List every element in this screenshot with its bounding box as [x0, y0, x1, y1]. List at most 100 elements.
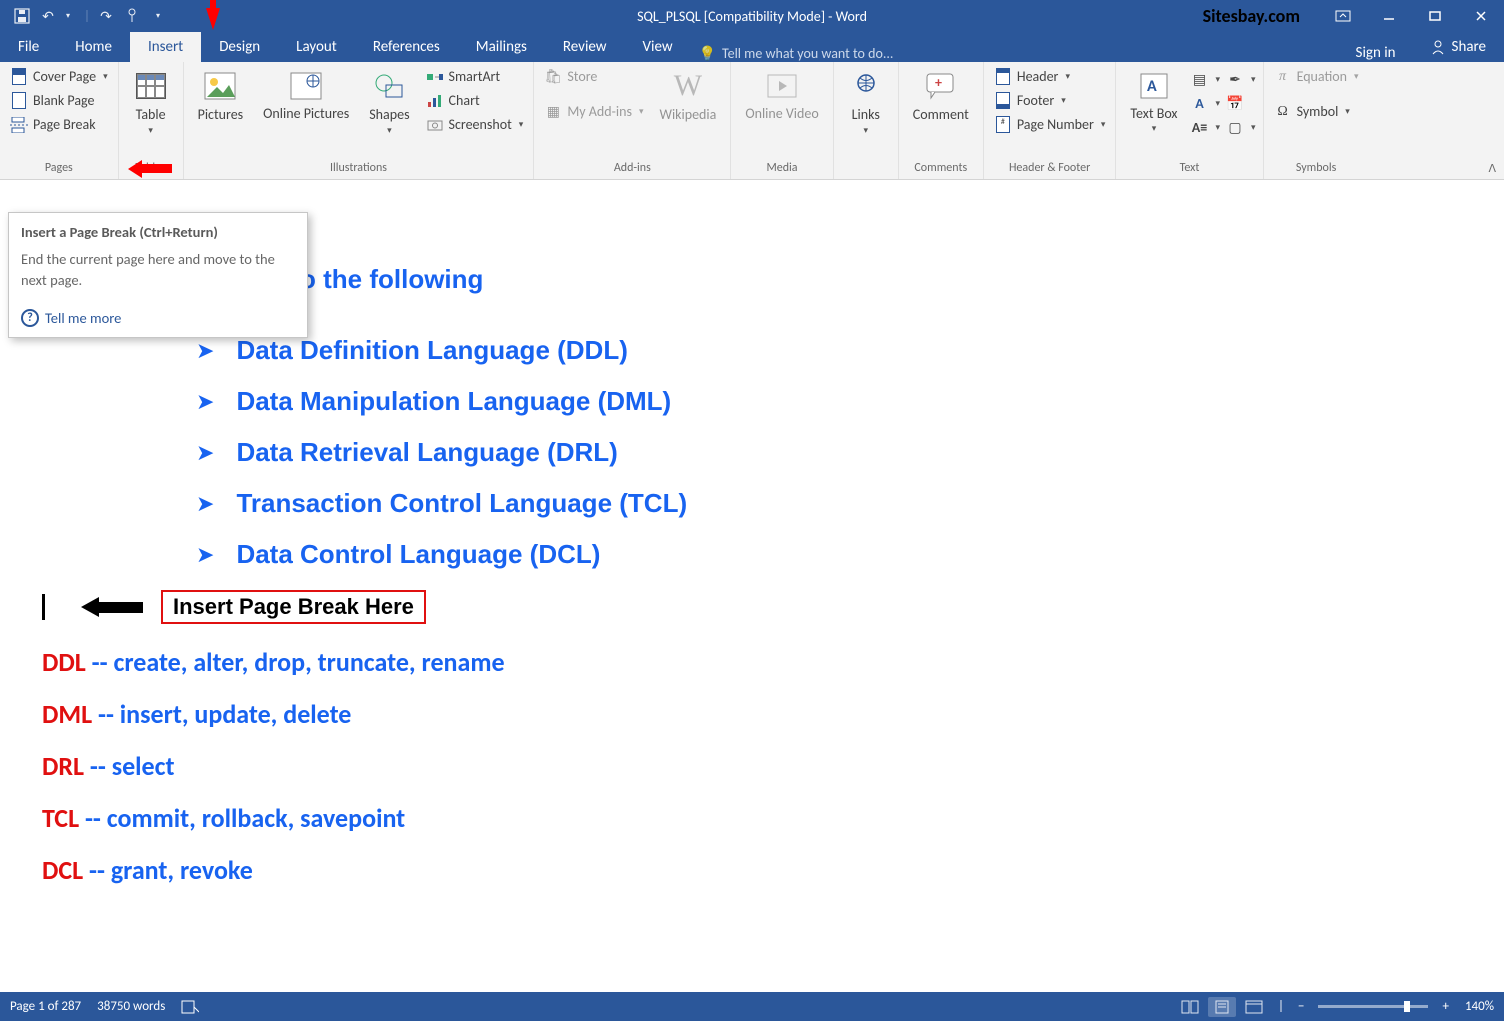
bullet-arrow-icon: ➤: [196, 541, 214, 568]
store-button[interactable]: 🛍Store: [540, 66, 647, 87]
wikipedia-label: Wikipedia: [659, 106, 716, 123]
group-pages: Cover Page▾ Blank Page Page Break Pages: [0, 62, 119, 179]
symbol-button[interactable]: ΩSymbol▾: [1270, 101, 1363, 122]
date-time-button[interactable]: 📅: [1225, 94, 1257, 112]
tab-view[interactable]: View: [625, 32, 691, 62]
page-break-tooltip: Insert a Page Break (Ctrl+Return) End th…: [8, 212, 308, 338]
wordart-button[interactable]: A▾: [1190, 94, 1222, 112]
chart-button[interactable]: Chart: [422, 90, 528, 111]
signature-icon: ✒: [1226, 71, 1244, 87]
redo-icon[interactable]: ↷: [96, 6, 116, 26]
maximize-icon[interactable]: [1412, 0, 1458, 32]
wikipedia-button[interactable]: W Wikipedia: [651, 66, 724, 159]
smartart-label: SmartArt: [449, 68, 501, 85]
tab-file[interactable]: File: [0, 32, 57, 62]
smartart-button[interactable]: SmartArt: [422, 66, 528, 87]
group-symbols: πEquation▾ ΩSymbol▾ Symbols: [1264, 62, 1369, 179]
cover-page-icon: [10, 69, 28, 85]
tab-design[interactable]: Design: [201, 32, 278, 62]
quick-parts-button[interactable]: ▤▾: [1190, 70, 1222, 88]
chevron-down-icon: ▾: [639, 106, 644, 117]
wikipedia-icon: W: [670, 68, 706, 104]
annotation-cursor-row: Insert Page Break Here: [42, 590, 1462, 624]
comment-icon: +: [923, 68, 959, 104]
minimize-icon[interactable]: [1366, 0, 1412, 32]
my-addins-label: My Add-ins: [567, 103, 632, 120]
undo-icon[interactable]: ↶: [38, 6, 58, 26]
ribbon-display-icon[interactable]: [1320, 0, 1366, 32]
shapes-button[interactable]: Shapes▾: [361, 66, 417, 159]
date-icon: 📅: [1226, 95, 1244, 111]
read-mode-icon[interactable]: [1176, 997, 1204, 1017]
page-number-icon: #: [994, 117, 1012, 133]
text-box-button[interactable]: A Text Box▾: [1122, 66, 1185, 159]
tab-home[interactable]: Home: [57, 32, 130, 62]
close-icon[interactable]: [1458, 0, 1504, 32]
tell-me-search[interactable]: 💡 Tell me what you want to do...: [699, 45, 1340, 62]
footer-button[interactable]: Footer▾: [990, 90, 1110, 111]
blank-page-button[interactable]: Blank Page: [6, 90, 112, 111]
zoom-out-icon[interactable]: −: [1294, 999, 1308, 1014]
tab-references[interactable]: References: [355, 32, 458, 62]
zoom-in-icon[interactable]: +: [1438, 999, 1452, 1014]
zoom-level[interactable]: 140%: [1465, 999, 1494, 1014]
sign-in-link[interactable]: Sign in: [1340, 44, 1412, 62]
undo-dropdown-icon[interactable]: ▾: [58, 6, 78, 26]
equation-button[interactable]: πEquation▾: [1270, 66, 1363, 87]
footer-icon: [994, 93, 1012, 109]
status-proofing-icon[interactable]: [181, 1000, 199, 1014]
save-icon[interactable]: [12, 6, 32, 26]
bullet-item: ➤Data Retrieval Language (DRL): [196, 437, 1462, 468]
group-header-footer: Header▾ Footer▾ #Page Number▾ Header & F…: [984, 62, 1117, 179]
pictures-button[interactable]: Pictures: [190, 66, 252, 159]
status-page[interactable]: Page 1 of 287: [10, 999, 81, 1014]
online-video-button[interactable]: Online Video: [737, 66, 826, 159]
page-break-button[interactable]: Page Break: [6, 114, 112, 135]
doc-heading-fragment: o the following: [300, 264, 1462, 295]
online-pictures-button[interactable]: Online Pictures: [255, 66, 357, 159]
signature-line-button[interactable]: ✒▾: [1225, 70, 1257, 88]
ribbon-tabs: File Home Insert Design Layout Reference…: [0, 32, 1504, 62]
web-layout-icon[interactable]: [1240, 997, 1268, 1017]
tab-mailings[interactable]: Mailings: [458, 32, 545, 62]
bullet-item: ➤Data Definition Language (DDL): [196, 335, 1462, 366]
comment-button[interactable]: + Comment: [905, 66, 977, 159]
links-label: Links: [852, 106, 880, 123]
object-button[interactable]: ▢▾: [1225, 118, 1257, 136]
cover-page-label: Cover Page: [33, 68, 96, 85]
status-words[interactable]: 38750 words: [97, 999, 165, 1014]
page-number-button[interactable]: #Page Number▾: [990, 114, 1110, 135]
tab-insert[interactable]: Insert: [130, 32, 201, 62]
qat-dropdown-icon[interactable]: ▾: [148, 6, 168, 26]
tab-review[interactable]: Review: [545, 32, 625, 62]
screenshot-label: Screenshot: [449, 116, 512, 133]
chevron-down-icon: ▾: [1216, 122, 1221, 133]
drop-cap-button[interactable]: A≡▾: [1190, 118, 1222, 136]
bullet-text: Data Retrieval Language (DRL): [236, 437, 617, 468]
table-icon: [133, 68, 169, 104]
pictures-label: Pictures: [198, 106, 244, 123]
def-abbr: DDL: [42, 646, 86, 678]
touch-mode-icon[interactable]: [122, 6, 142, 26]
print-layout-icon[interactable]: [1208, 997, 1236, 1017]
group-comments-label: Comments: [905, 159, 977, 177]
table-button[interactable]: Table▾: [125, 66, 177, 159]
screenshot-button[interactable]: Screenshot▾: [422, 114, 528, 135]
tooltip-tell-me-more[interactable]: ? Tell me more: [21, 309, 295, 327]
footer-label: Footer: [1017, 92, 1054, 109]
definition-row: DRL -- select: [42, 750, 1462, 782]
links-button[interactable]: Links▾: [840, 66, 892, 159]
share-button[interactable]: Share: [1412, 32, 1504, 62]
collapse-ribbon-icon[interactable]: ᐱ: [1488, 162, 1496, 175]
share-label: Share: [1452, 38, 1486, 56]
header-button[interactable]: Header▾: [990, 66, 1110, 87]
bullet-text: Data Control Language (DCL): [236, 539, 600, 570]
cover-page-button[interactable]: Cover Page▾: [6, 66, 112, 87]
tab-layout[interactable]: Layout: [278, 32, 355, 62]
chevron-down-icon: ▾: [148, 125, 153, 136]
video-icon: [764, 68, 800, 104]
definition-row: DCL -- grant, revoke: [42, 854, 1462, 886]
zoom-slider[interactable]: [1318, 1005, 1428, 1008]
group-illustrations-label: Illustrations: [190, 159, 528, 177]
my-addins-button[interactable]: ▦My Add-ins▾: [540, 101, 647, 122]
